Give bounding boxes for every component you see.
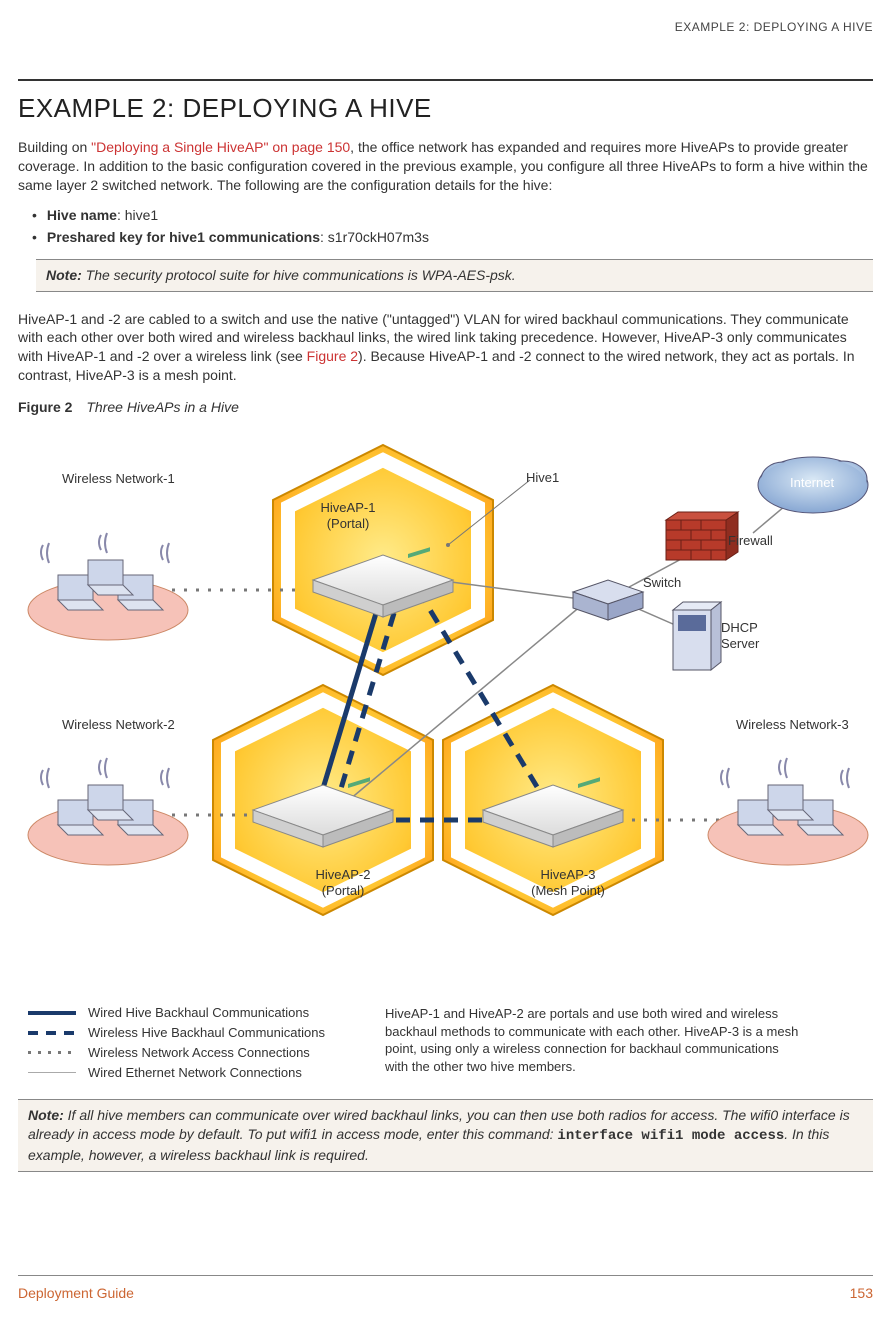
note-wired-backhaul: Note: If all hive members can communicat… (18, 1099, 873, 1172)
label-hive1: Hive1 (526, 470, 559, 486)
legend-list: Wired Hive Backhaul Communications Wirel… (28, 1005, 325, 1085)
label-wireless-net1: Wireless Network-1 (62, 471, 175, 487)
label-switch: Switch (643, 575, 681, 591)
figure-diagram: Wireless Network-1 Wireless Network-2 Wi… (18, 425, 873, 995)
config-bullet-list: Hive name: hive1 Preshared key for hive1… (32, 207, 873, 245)
page-title: EXAMPLE 2: DEPLOYING A HIVE (18, 93, 873, 124)
label-wireless-net3: Wireless Network-3 (736, 717, 849, 733)
footer-title: Deployment Guide (18, 1285, 134, 1301)
legend-description: HiveAP-1 and HiveAP-2 are portals and us… (385, 1005, 805, 1085)
bullet-hive-name: Hive name: hive1 (32, 207, 873, 223)
legend-line-solid-blue (28, 1011, 76, 1015)
diagram-svg (18, 425, 873, 995)
page-footer: Deployment Guide 153 (18, 1285, 873, 1301)
label-ap2: HiveAP-2 (Portal) (298, 867, 388, 898)
legend-wireless-backhaul: Wireless Hive Backhaul Communications (28, 1025, 325, 1040)
intro-paragraph: Building on "Deploying a Single HiveAP" … (18, 138, 873, 195)
legend-wireless-access: Wireless Network Access Connections (28, 1045, 325, 1060)
legend-wired-ethernet: Wired Ethernet Network Connections (28, 1065, 325, 1080)
note-security-suite: Note: The security protocol suite for hi… (36, 259, 873, 292)
legend-section: Wired Hive Backhaul Communications Wirel… (18, 1005, 873, 1085)
legend-line-dotted-gray (28, 1051, 76, 1054)
legend-line-thin-gray (28, 1072, 76, 1074)
label-wireless-net2: Wireless Network-2 (62, 717, 175, 733)
label-ap3: HiveAP-3 (Mesh Point) (513, 867, 623, 898)
bullet-psk: Preshared key for hive1 communications: … (32, 229, 873, 245)
paragraph-topology: HiveAP-1 and -2 are cabled to a switch a… (18, 310, 873, 386)
link-deploying-single[interactable]: "Deploying a Single HiveAP" on page 150 (91, 139, 350, 155)
label-firewall: Firewall (728, 533, 773, 549)
legend-line-dashed-blue (28, 1031, 76, 1035)
running-header: EXAMPLE 2: DEPLOYING A HIVE (18, 20, 873, 34)
legend-wired-backhaul: Wired Hive Backhaul Communications (28, 1005, 325, 1020)
footer-divider (18, 1275, 873, 1276)
divider-top (18, 79, 873, 81)
label-ap1: HiveAP-1 (Portal) (303, 500, 393, 531)
link-figure2[interactable]: Figure 2 (307, 348, 358, 364)
label-dhcp: DHCP Server (721, 620, 759, 651)
figure-caption: Figure 2 Three HiveAPs in a Hive (18, 399, 873, 415)
label-internet: Internet (790, 475, 834, 491)
footer-page-number: 153 (850, 1285, 873, 1301)
